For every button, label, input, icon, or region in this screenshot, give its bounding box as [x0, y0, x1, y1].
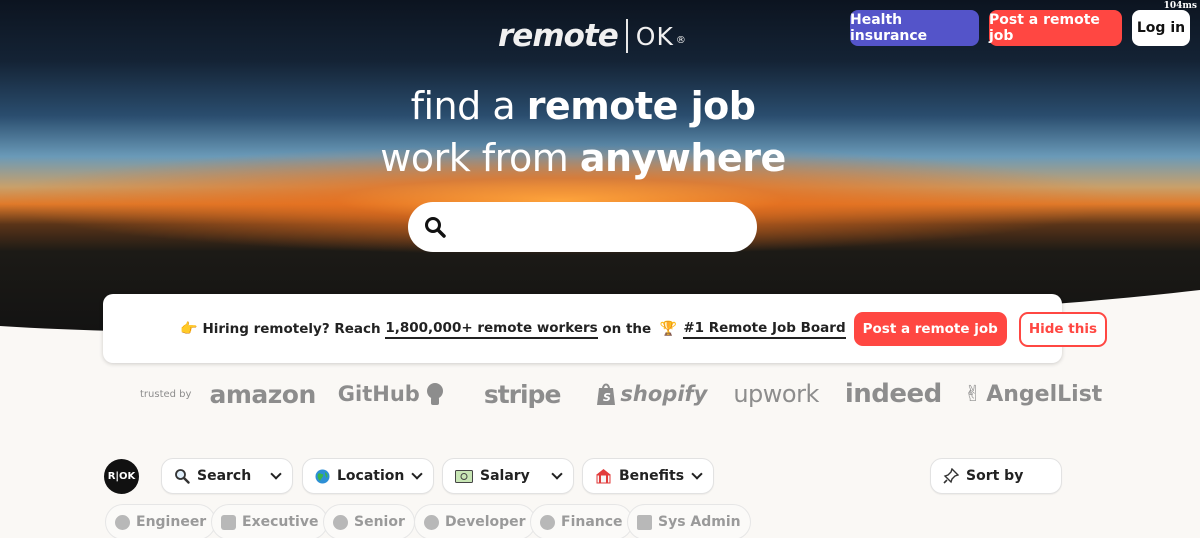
location-filter-button[interactable]: Location: [302, 458, 434, 494]
money-icon: [455, 469, 473, 483]
logo-divider: [625, 19, 628, 53]
chevron-down-icon: [270, 468, 282, 480]
magnifier-icon: [175, 469, 190, 484]
chevron-down-icon: [691, 468, 703, 480]
svg-text:S: S: [603, 391, 611, 404]
tag-label: Finance: [561, 514, 623, 530]
login-button[interactable]: Log in: [1132, 10, 1190, 46]
stripe-logo: stripe: [483, 379, 562, 409]
globe-icon: [315, 469, 330, 483]
tag-label: Engineer: [136, 514, 207, 530]
sort-by-label: Sort by: [966, 468, 1024, 484]
pin-icon: [943, 468, 959, 484]
briefcase-icon: [221, 514, 236, 530]
health-insurance-button[interactable]: Health insurance: [850, 10, 979, 46]
headline-1-plain: find a: [410, 84, 527, 128]
angellist-logo: ✌ AngelList: [964, 382, 1103, 407]
chevron-down-icon: [551, 468, 563, 480]
headline-2-plain: work from: [380, 136, 580, 180]
ok-avatar-badge[interactable]: R|OK: [104, 459, 139, 494]
headline-1-bold: remote job: [526, 84, 756, 128]
circus-tent-icon: [596, 469, 611, 484]
benefits-filter-label: Benefits: [619, 468, 685, 484]
search-icon: [425, 217, 446, 238]
tag-developer[interactable]: Developer: [414, 504, 536, 538]
benefits-filter-button[interactable]: Benefits: [582, 458, 714, 494]
server-icon: [637, 514, 652, 530]
engineer-icon: [115, 514, 130, 530]
victory-hand-icon: ✌: [963, 381, 983, 407]
site-logo[interactable]: remote OK ®: [498, 14, 686, 58]
logo-ok-text: OK: [635, 21, 674, 51]
tag-finance[interactable]: Finance: [530, 504, 633, 538]
angellist-logo-text: AngelList: [986, 381, 1103, 407]
github-logo: GitHub: [338, 382, 446, 406]
salary-filter-button[interactable]: Salary: [442, 458, 574, 494]
post-job-button[interactable]: Post a remote job: [989, 10, 1122, 46]
indeed-logo: indeed: [845, 379, 942, 409]
tag-label: Sys Admin: [658, 514, 741, 530]
hiring-banner: 👉 Hiring remotely? Reach 1,800,000+ remo…: [103, 294, 1107, 363]
pointing-hand-icon: 👉: [180, 321, 198, 337]
octocat-icon: [426, 383, 443, 405]
indeed-logo-text: indeed: [844, 379, 942, 409]
banner-content: 👉 Hiring remotely? Reach 1,800,000+ remo…: [180, 311, 1107, 347]
registered-mark: ®: [675, 34, 686, 46]
upwork-logo: upwork: [733, 380, 819, 408]
search-input[interactable]: [458, 212, 738, 242]
money-bag-icon: [540, 514, 555, 530]
developer-icon: [424, 514, 439, 530]
hide-banner-button[interactable]: Hide this: [1018, 311, 1107, 347]
search-filter-label: Search: [197, 468, 252, 484]
tag-label: Senior: [354, 514, 405, 530]
remote-job-board-link[interactable]: #1 Remote Job Board: [683, 320, 846, 339]
banner-text-mid: on the: [597, 321, 656, 337]
workers-link[interactable]: 1,800,000+ remote workers: [385, 320, 598, 339]
shopify-logo-text: shopify: [620, 382, 708, 406]
search-filter-button[interactable]: Search: [161, 458, 293, 494]
salary-filter-label: Salary: [480, 468, 530, 484]
tag-sys-admin[interactable]: Sys Admin: [627, 504, 751, 538]
sort-by-button[interactable]: Sort by: [930, 458, 1062, 494]
shopify-logo: S shopify: [596, 382, 707, 406]
tag-senior[interactable]: Senior: [323, 504, 415, 538]
shopify-bag-icon: S: [597, 383, 616, 405]
tag-executive[interactable]: Executive: [211, 504, 329, 538]
trusted-by-label: trusted by: [140, 388, 192, 400]
tag-label: Developer: [445, 514, 526, 530]
banner-post-job-button[interactable]: Post a remote job: [853, 312, 1007, 346]
headline-line-1: find a remote job: [0, 84, 1166, 128]
trophy-icon: 🏆: [659, 321, 678, 337]
location-filter-label: Location: [337, 468, 405, 484]
chevron-down-icon: [411, 468, 423, 480]
tag-label: Executive: [242, 514, 319, 530]
hero-search-box[interactable]: [408, 202, 757, 252]
amazon-logo: amazon: [209, 379, 316, 409]
senior-icon: [333, 514, 348, 530]
headline-line-2: work from anywhere: [0, 136, 1166, 180]
banner-text-pre: Hiring remotely? Reach: [202, 321, 386, 337]
github-logo-text: GitHub: [337, 382, 420, 406]
tag-engineer[interactable]: Engineer: [105, 504, 217, 538]
headline-2-bold: anywhere: [579, 136, 786, 180]
trusted-by-row: trusted by amazon GitHub stripe S shopif…: [140, 374, 1102, 414]
logo-remote-text: remote: [498, 18, 619, 54]
